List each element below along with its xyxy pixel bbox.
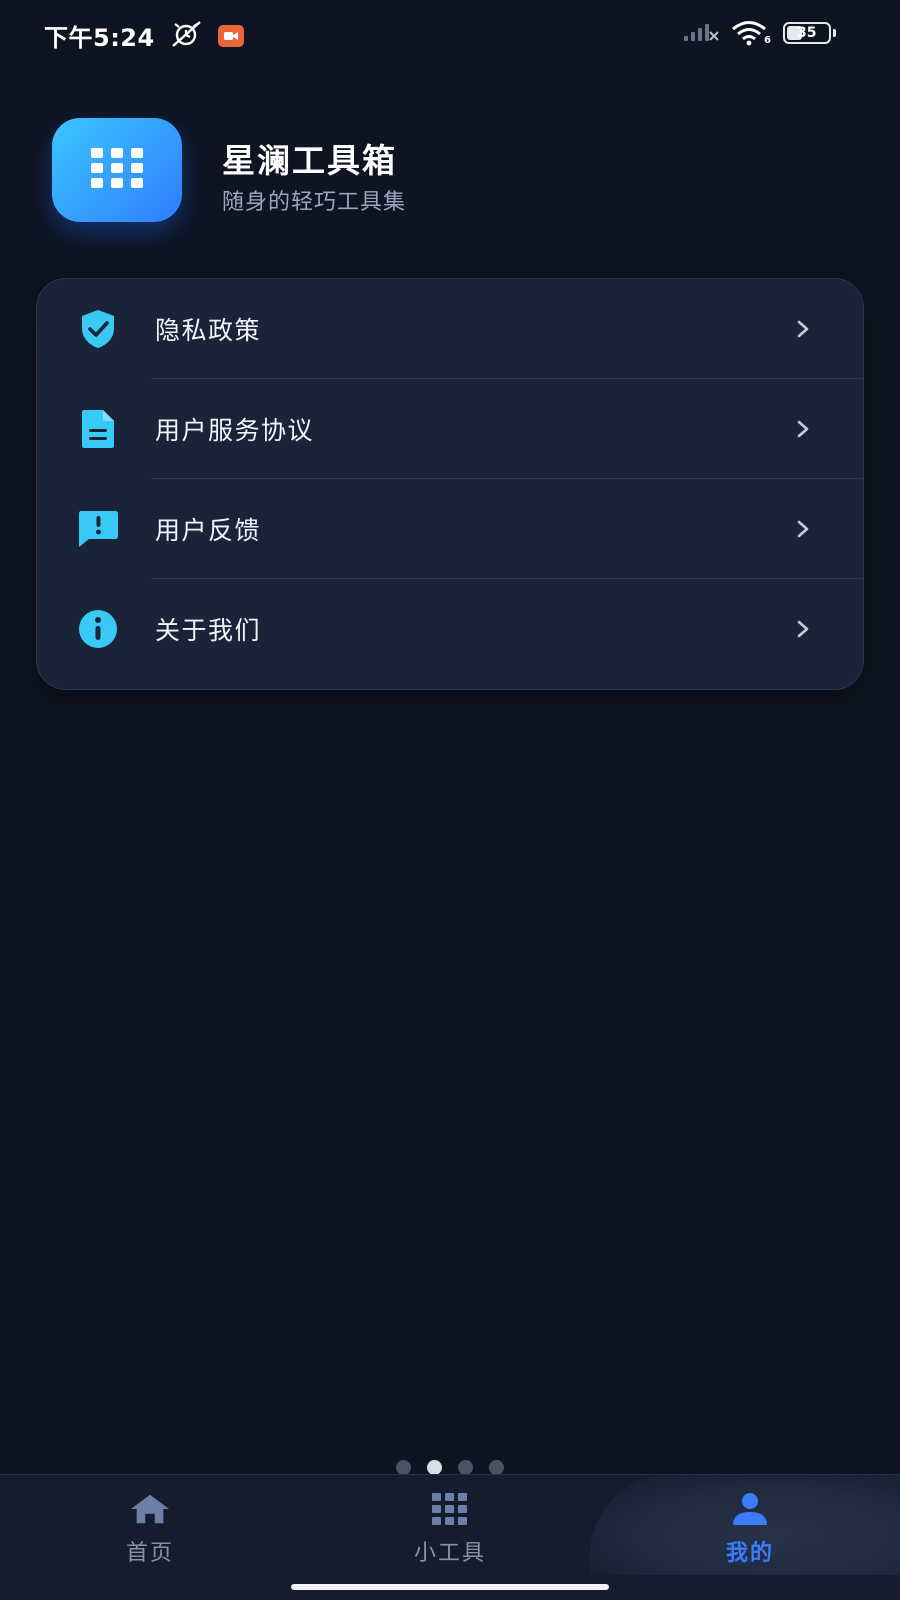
wifi-icon: 6 — [731, 20, 771, 46]
app-logo — [52, 118, 182, 222]
menu-item-label: 关于我们 — [155, 616, 262, 645]
page-dot-active[interactable] — [427, 1460, 442, 1475]
profile-screen: 下午5:24 6 35 星澜工具箱 随身的轻巧工具集 隐私政策 用户服务协议 用… — [0, 0, 900, 1600]
wifi-label: 6 — [764, 35, 771, 46]
home-icon — [130, 1491, 170, 1527]
chevron-right-icon — [793, 419, 813, 439]
tab-mine[interactable]: 我的 — [600, 1475, 900, 1575]
menu-item-label: 用户反馈 — [155, 516, 262, 545]
page-dot[interactable] — [489, 1460, 504, 1475]
tab-tools[interactable]: 小工具 — [300, 1475, 600, 1575]
cellular-signal-icon — [683, 20, 719, 46]
feedback-chat-icon — [77, 508, 119, 550]
grid-icon — [91, 148, 143, 192]
info-icon — [77, 608, 119, 650]
chevron-right-icon — [793, 519, 813, 539]
screen-record-icon — [218, 25, 244, 47]
app-subtitle: 随身的轻巧工具集 — [222, 190, 407, 215]
menu-item-user-agreement[interactable]: 用户服务协议 — [37, 379, 863, 479]
tab-home[interactable]: 首页 — [0, 1475, 300, 1575]
bottom-tab-bar: 首页 小工具 我的 — [0, 1474, 900, 1600]
grid-icon — [430, 1491, 470, 1527]
tab-label: 首页 — [125, 1541, 174, 1566]
app-header: 星澜工具箱 随身的轻巧工具集 — [52, 118, 852, 228]
menu-item-privacy-policy[interactable]: 隐私政策 — [37, 279, 863, 379]
person-icon — [730, 1491, 770, 1527]
status-right-icons: 6 35 — [683, 20, 836, 46]
home-indicator[interactable] — [291, 1584, 609, 1590]
document-icon — [77, 408, 119, 450]
status-bar: 下午5:24 6 35 — [0, 0, 900, 68]
menu-item-about-us[interactable]: 关于我们 — [37, 579, 863, 679]
status-left-icons — [170, 20, 244, 52]
chevron-right-icon — [793, 319, 813, 339]
battery-icon: 35 — [783, 22, 836, 44]
shield-check-icon — [77, 308, 119, 350]
status-time: 下午5:24 — [44, 24, 155, 52]
menu-item-label: 用户服务协议 — [155, 416, 315, 445]
menu-item-label: 隐私政策 — [155, 316, 262, 345]
tab-label: 我的 — [725, 1541, 774, 1566]
page-dot[interactable] — [458, 1460, 473, 1475]
battery-level: 35 — [797, 25, 817, 41]
page-indicator — [0, 1460, 900, 1475]
alarm-muted-icon — [170, 20, 204, 52]
tab-label: 小工具 — [413, 1541, 486, 1566]
app-title: 星澜工具箱 — [222, 141, 397, 180]
settings-menu-card: 隐私政策 用户服务协议 用户反馈 关于我们 — [36, 278, 864, 690]
page-dot[interactable] — [396, 1460, 411, 1475]
chevron-right-icon — [793, 619, 813, 639]
menu-item-feedback[interactable]: 用户反馈 — [37, 479, 863, 579]
